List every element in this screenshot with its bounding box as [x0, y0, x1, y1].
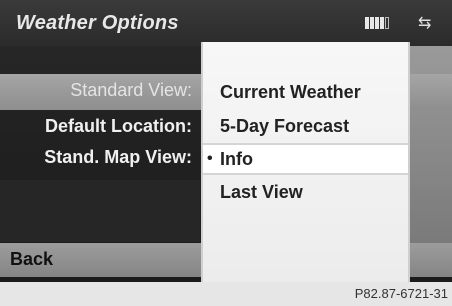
figure-code: P82.87-6721-31: [354, 286, 448, 301]
signal-strength-icon: [365, 17, 389, 29]
setting-label-default-location: Default Location:: [45, 116, 192, 136]
setting-label-standard-view: Standard View:: [70, 80, 192, 100]
option-last-view[interactable]: Last View: [203, 176, 408, 208]
figure-footer: P82.87-6721-31: [0, 282, 452, 306]
connection-arrows-icon: ⇆: [418, 15, 432, 32]
view-options-dropdown: Current Weather 5-Day Forecast • Info La…: [201, 42, 410, 282]
option-info-label: Info: [220, 149, 253, 169]
option-current-weather[interactable]: Current Weather: [203, 76, 408, 108]
navigation-screen: Weather Options ⇆ Standard View: Default…: [0, 0, 452, 282]
option-info[interactable]: • Info: [203, 143, 408, 175]
screen-title: Weather Options: [16, 12, 179, 34]
setting-label-stand-map-view: Stand. Map View:: [44, 147, 192, 167]
selected-bullet-icon: •: [207, 150, 213, 167]
title-bar: Weather Options ⇆: [0, 0, 452, 46]
back-label: Back: [10, 249, 54, 269]
empty-panel: [0, 180, 200, 242]
option-5-day-forecast[interactable]: 5-Day Forecast: [203, 110, 408, 142]
